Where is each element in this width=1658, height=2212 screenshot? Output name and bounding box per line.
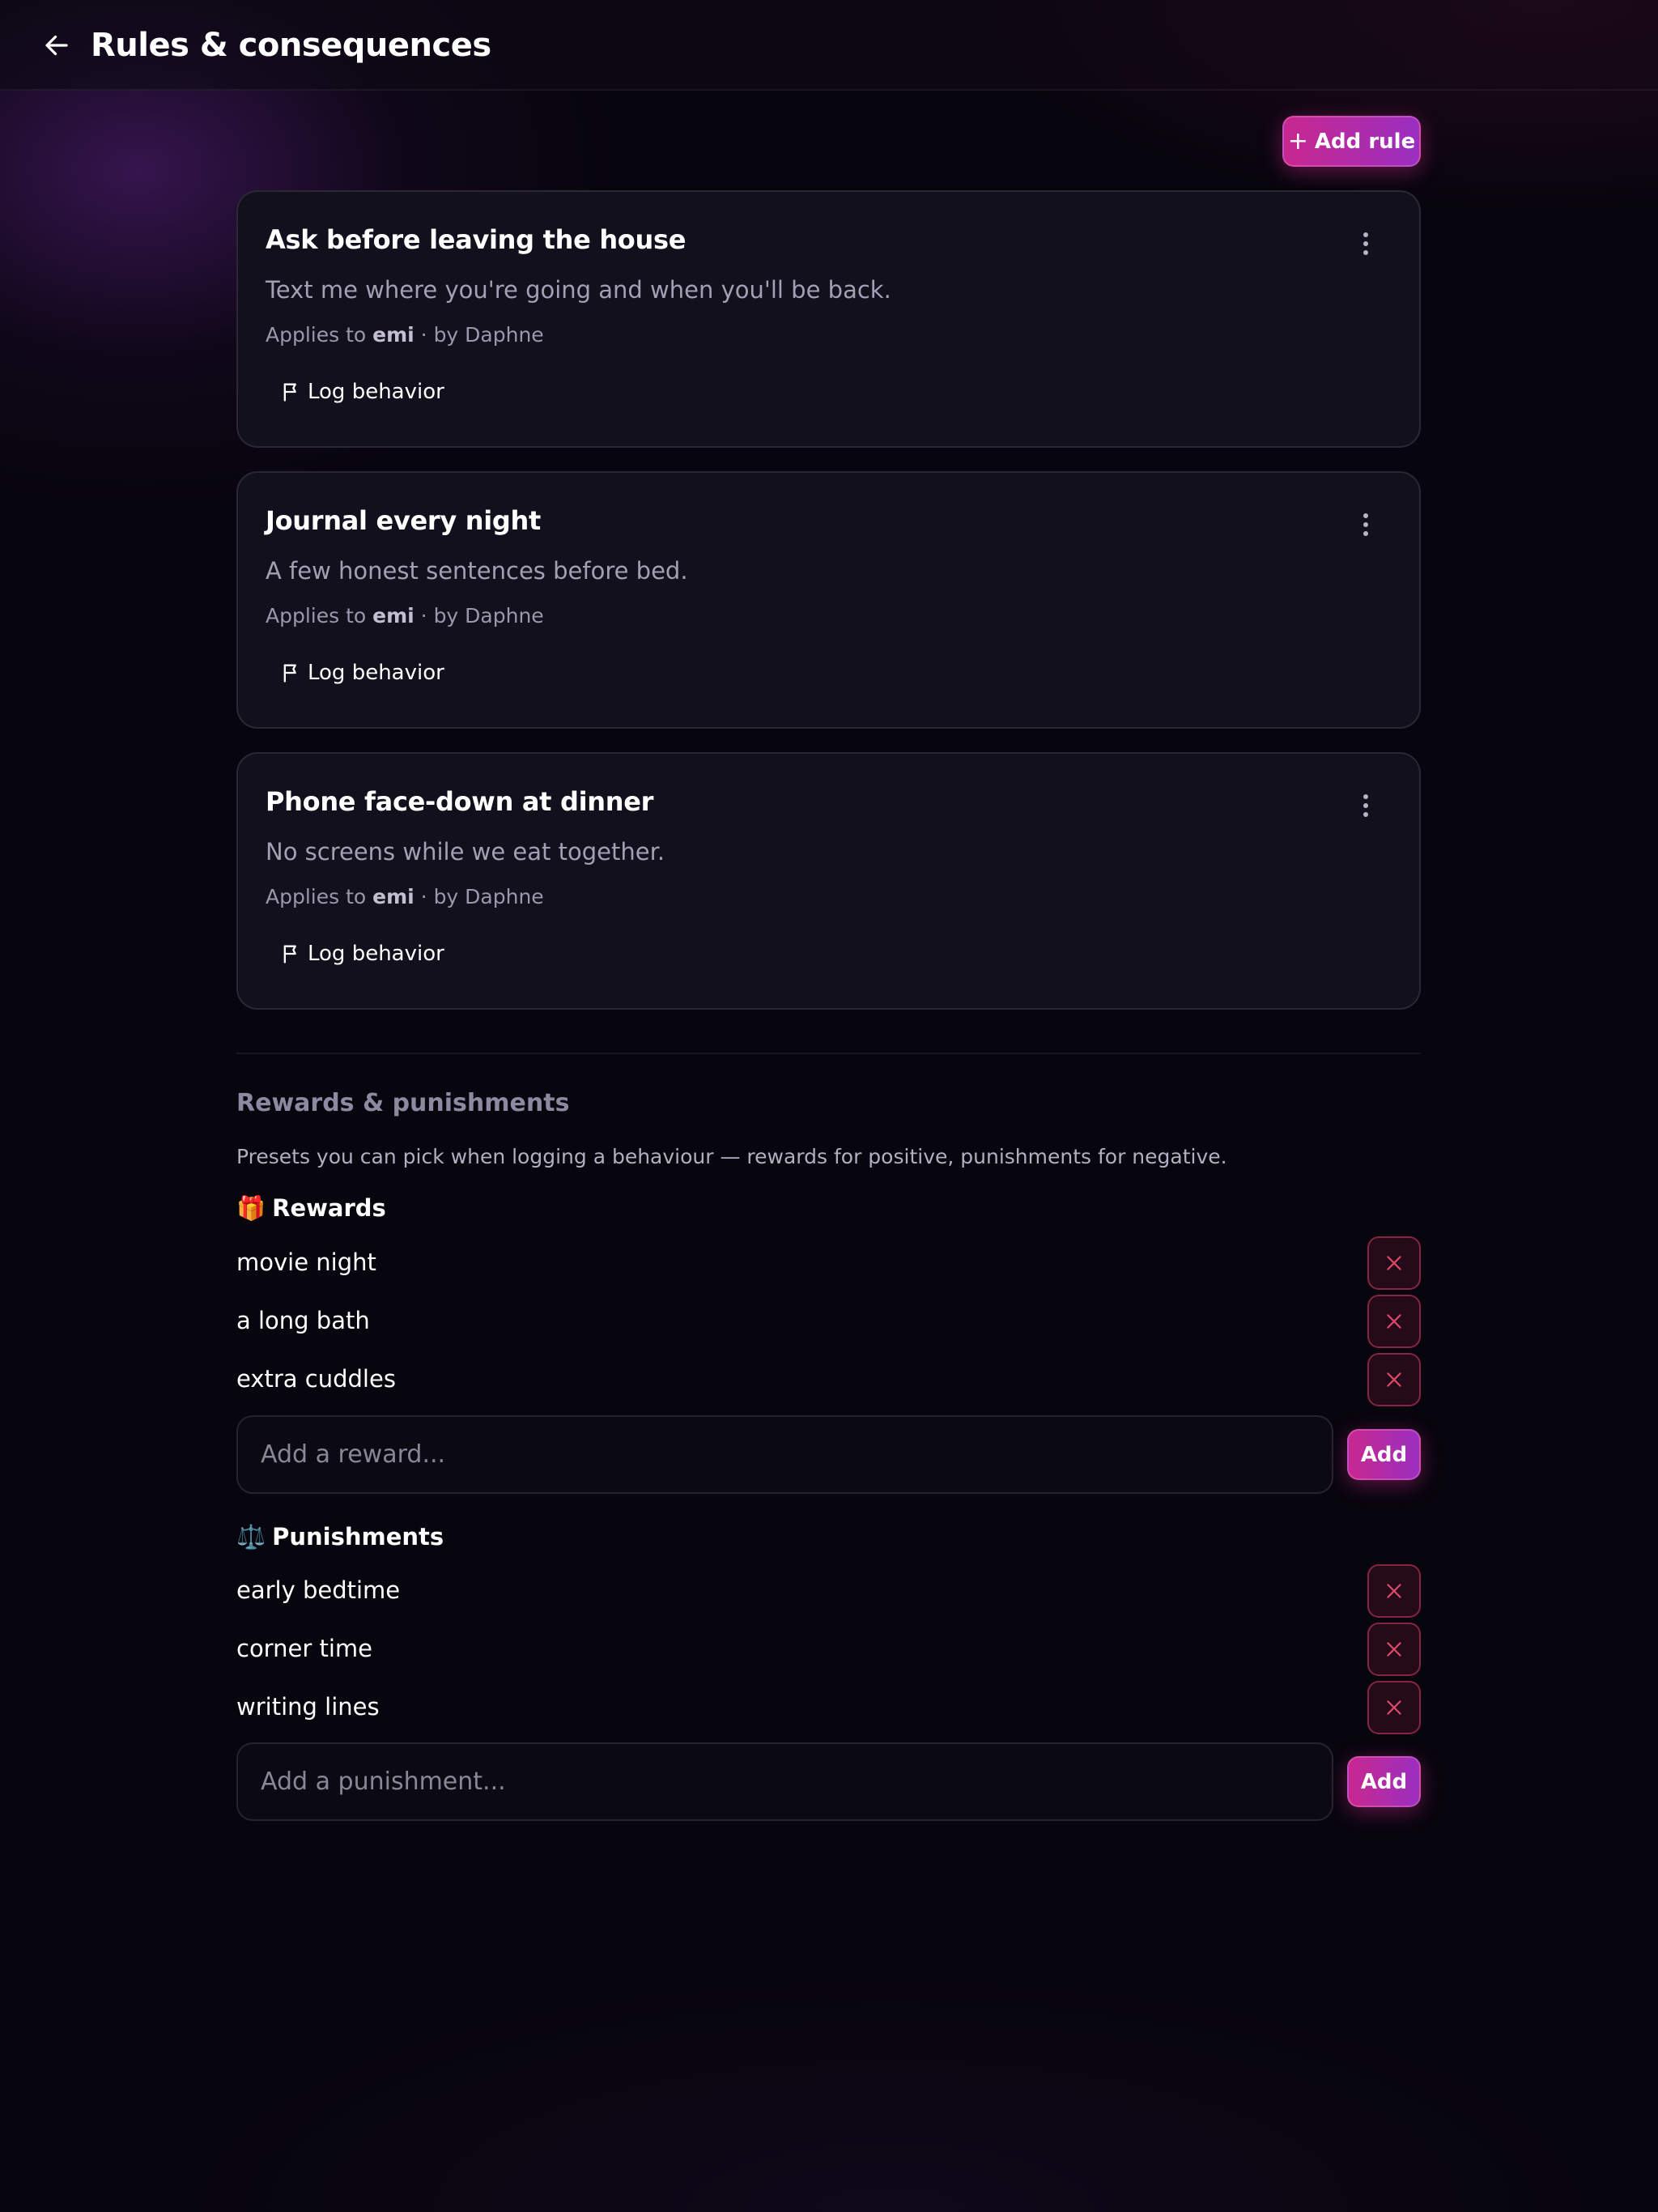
rule-title: Phone face-down at dinner <box>266 786 654 817</box>
presets-section-title: Rewards & punishments <box>236 1089 570 1117</box>
remove-punishment-button[interactable] <box>1367 1681 1421 1734</box>
section-divider <box>236 1053 1421 1054</box>
add-reward-input[interactable] <box>236 1415 1333 1494</box>
add-punishment-input[interactable] <box>236 1742 1333 1821</box>
rule-card: Ask before leaving the house Text me whe… <box>236 190 1421 448</box>
applies-to-user: emi <box>372 323 414 347</box>
scales-icon: ⚖️ <box>236 1522 266 1551</box>
more-options-button[interactable] <box>1350 224 1382 263</box>
punishments-heading: ⚖️ Punishments <box>236 1521 444 1553</box>
add-rule-label: Add rule <box>1314 129 1416 154</box>
more-vertical-icon <box>1363 232 1368 237</box>
rule-title: Ask before leaving the house <box>266 224 687 255</box>
back-button[interactable] <box>34 23 79 68</box>
log-behavior-label: Log behavior <box>308 380 444 404</box>
more-vertical-icon <box>1363 513 1368 518</box>
remove-reward-button[interactable] <box>1367 1353 1421 1406</box>
applies-to-user: emi <box>372 604 414 627</box>
rule-meta: Applies to emi · by Daphne <box>266 604 544 627</box>
remove-reward-button[interactable] <box>1367 1295 1421 1348</box>
flag-icon <box>283 664 296 683</box>
reward-label: extra cuddles <box>236 1365 396 1393</box>
log-behavior-label: Log behavior <box>308 661 444 685</box>
reward-label: a long bath <box>236 1307 370 1334</box>
presets-section-description: Presets you can pick when logging a beha… <box>236 1145 1227 1168</box>
top-bar: Rules & consequences <box>0 0 1658 91</box>
rewards-title: Rewards <box>272 1194 386 1222</box>
punishment-label: writing lines <box>236 1693 380 1721</box>
arrow-left-icon <box>45 35 68 56</box>
punishment-item: early bedtime <box>236 1564 1421 1618</box>
flag-icon <box>283 383 296 402</box>
close-icon <box>1387 1642 1401 1657</box>
punishment-label: early bedtime <box>236 1576 401 1604</box>
log-behavior-label: Log behavior <box>308 942 444 966</box>
rule-description: A few honest sentences before bed. <box>266 557 688 585</box>
reward-item: a long bath <box>236 1295 1421 1348</box>
rule-author: · by Daphne <box>420 604 544 627</box>
applies-to-user: emi <box>372 885 414 908</box>
log-behavior-button[interactable]: Log behavior <box>280 653 444 693</box>
log-behavior-button[interactable]: Log behavior <box>280 372 444 412</box>
rule-author: · by Daphne <box>420 885 544 908</box>
add-punishment-button[interactable]: Add <box>1347 1756 1421 1807</box>
punishment-item: corner time <box>236 1623 1421 1676</box>
log-behavior-button[interactable]: Log behavior <box>280 934 444 974</box>
remove-punishment-button[interactable] <box>1367 1564 1421 1618</box>
more-options-button[interactable] <box>1350 786 1382 825</box>
rule-card: Journal every night A few honest sentenc… <box>236 471 1421 729</box>
punishments-title: Punishments <box>272 1523 444 1551</box>
plus-icon: + <box>1287 126 1308 155</box>
remove-punishment-button[interactable] <box>1367 1623 1421 1676</box>
rewards-heading: 🎁 Rewards <box>236 1192 386 1224</box>
add-reward-button[interactable]: Add <box>1347 1429 1421 1480</box>
rule-meta: Applies to emi · by Daphne <box>266 885 544 908</box>
close-icon <box>1387 1700 1401 1715</box>
flag-icon <box>283 945 296 963</box>
reward-label: movie night <box>236 1249 376 1276</box>
rule-description: No screens while we eat together. <box>266 838 665 866</box>
gift-icon: 🎁 <box>236 1193 266 1222</box>
punishment-item: writing lines <box>236 1681 1421 1734</box>
more-vertical-icon <box>1363 794 1368 799</box>
close-icon <box>1387 1372 1401 1387</box>
rule-meta: Applies to emi · by Daphne <box>266 323 544 347</box>
punishment-label: corner time <box>236 1635 372 1662</box>
close-icon <box>1387 1314 1401 1329</box>
rule-card: Phone face-down at dinner No screens whi… <box>236 752 1421 1010</box>
rule-title: Journal every night <box>266 505 542 536</box>
close-icon <box>1387 1584 1401 1598</box>
remove-reward-button[interactable] <box>1367 1236 1421 1290</box>
add-rule-button[interactable]: + Add rule <box>1282 116 1421 167</box>
more-options-button[interactable] <box>1350 505 1382 544</box>
rule-description: Text me where you're going and when you'… <box>266 276 891 304</box>
close-icon <box>1387 1256 1401 1270</box>
page-title: Rules & consequences <box>91 27 491 64</box>
reward-item: movie night <box>236 1236 1421 1290</box>
rule-author: · by Daphne <box>420 323 544 347</box>
reward-item: extra cuddles <box>236 1353 1421 1406</box>
